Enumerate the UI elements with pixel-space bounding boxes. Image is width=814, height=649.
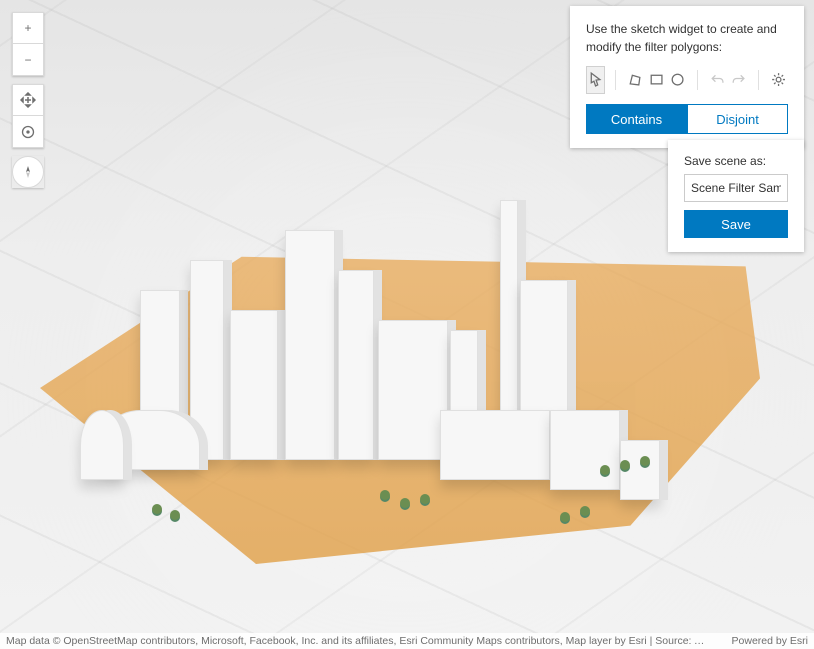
circle-tool-button[interactable] (668, 66, 687, 94)
compass-icon (20, 164, 36, 180)
undo-button[interactable] (708, 66, 727, 94)
settings-button[interactable] (769, 66, 788, 94)
rectangle-tool-button[interactable] (647, 66, 666, 94)
attribution-bar: Map data © OpenStreetMap contributors, M… (0, 633, 814, 649)
redo-button[interactable] (729, 66, 748, 94)
city-3d-buildings (80, 120, 720, 460)
sketch-panel: Use the sketch widget to create and modi… (570, 6, 804, 148)
polygon-tool-button[interactable] (626, 66, 645, 94)
sketch-toolbar (586, 66, 788, 94)
save-panel: Save scene as: Save (668, 140, 804, 252)
save-button[interactable]: Save (684, 210, 788, 238)
circle-icon (669, 71, 686, 88)
pan-button[interactable] (12, 84, 44, 116)
pointer-tool-button[interactable] (586, 66, 605, 94)
disjoint-mode-button[interactable]: Disjoint (687, 104, 788, 134)
rotate-button[interactable] (12, 116, 44, 148)
plus-icon: + (24, 21, 31, 35)
rotate-icon (20, 124, 36, 140)
compass-button[interactable] (12, 156, 44, 188)
redo-icon (730, 71, 747, 88)
scene-title-input[interactable] (684, 174, 788, 202)
sketch-instruction: Use the sketch widget to create and modi… (586, 20, 788, 56)
gear-icon (770, 71, 787, 88)
polygon-icon (627, 71, 644, 88)
save-label: Save scene as: (684, 154, 788, 168)
undo-icon (709, 71, 726, 88)
zoom-out-button[interactable]: − (12, 44, 44, 76)
filter-mode-toggle: Contains Disjoint (586, 104, 788, 134)
powered-by-text[interactable]: Powered by Esri (732, 635, 808, 647)
pointer-icon (587, 71, 604, 88)
minus-icon: − (24, 53, 31, 67)
scene-view[interactable]: + − Use the sketch widget to create and … (0, 0, 814, 649)
navigation-widget: + − (12, 12, 44, 196)
pan-icon (20, 92, 36, 108)
zoom-in-button[interactable]: + (12, 12, 44, 44)
contains-mode-button[interactable]: Contains (586, 104, 687, 134)
attribution-text: Map data © OpenStreetMap contributors, M… (6, 635, 706, 647)
rectangle-icon (648, 71, 665, 88)
